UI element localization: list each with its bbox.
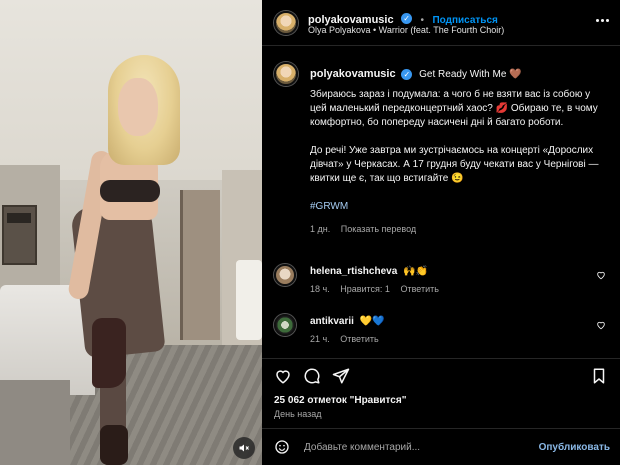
person-boot-second xyxy=(100,425,128,465)
comment-input[interactable]: Добавьте комментарий... xyxy=(304,442,420,453)
mute-icon xyxy=(239,444,249,452)
person-boot xyxy=(92,318,126,388)
caption-avatar[interactable] xyxy=(274,62,298,86)
comment-likes-link[interactable]: Нравится: 1 xyxy=(340,284,390,294)
caption-paragraph: До речі! Уже завтра ми зустрічаємось на … xyxy=(310,145,599,184)
comment-age: 21 ч. xyxy=(310,334,330,344)
publish-button[interactable]: Опубликовать xyxy=(539,442,610,453)
share-icon[interactable] xyxy=(332,367,350,385)
mute-button[interactable] xyxy=(233,437,255,459)
post-date: День назад xyxy=(274,409,322,419)
hashtag-link[interactable]: #GRWM xyxy=(310,200,600,214)
comment-username[interactable]: antikvarii xyxy=(310,316,354,327)
comment-item: antikvarii 💛💙 21 ч. Ответить xyxy=(274,312,614,352)
post-media[interactable] xyxy=(0,0,262,465)
caption-meta: 1 дн. Показать перевод xyxy=(310,222,600,236)
show-translation-link[interactable]: Показать перевод xyxy=(341,224,416,234)
verified-badge-icon: ✓ xyxy=(401,13,413,25)
caption-title-emoji: 🤎 xyxy=(509,69,522,80)
reply-button[interactable]: Ответить xyxy=(400,284,438,294)
heart-icon[interactable] xyxy=(274,367,292,385)
caption-text: Збираюсь зараз і подумала: а чого б не в… xyxy=(310,88,600,236)
caption-paragraph: Збираюсь зараз і подумала: а чого б не в… xyxy=(310,89,598,128)
caption-age: 1 дн. xyxy=(310,224,331,234)
person-face xyxy=(118,78,158,136)
avatar[interactable] xyxy=(274,11,298,35)
more-options-icon[interactable] xyxy=(594,12,610,28)
caption-username[interactable]: polyakovamusic xyxy=(310,68,396,80)
media-lamp xyxy=(236,260,262,340)
bookmark-icon[interactable] xyxy=(590,367,608,385)
media-shelf xyxy=(2,205,37,265)
avatar[interactable] xyxy=(274,264,296,286)
action-bar xyxy=(262,358,620,388)
comment-username[interactable]: helena_rtishcheva xyxy=(310,266,397,277)
likes-count[interactable]: 25 062 отметок "Нравится" xyxy=(274,395,406,406)
verified-badge-icon: ✓ xyxy=(401,68,413,80)
media-bedside xyxy=(0,380,70,465)
media-door xyxy=(180,190,220,340)
audio-track[interactable]: Olya Polyakova • Warrior (feat. The Four… xyxy=(308,25,504,35)
heart-icon[interactable] xyxy=(596,270,606,280)
reply-button[interactable]: Ответить xyxy=(340,334,378,344)
comment-text: 🙌👏 xyxy=(403,266,428,277)
comment-item: helena_rtishcheva 🙌👏 18 ч. Нравится: 1 О… xyxy=(274,262,614,302)
person-top xyxy=(100,180,160,202)
emoji-icon[interactable] xyxy=(274,439,290,455)
comment-age: 18 ч. xyxy=(310,284,330,294)
comment-text: 💛💙 xyxy=(359,316,385,327)
post-details-panel: polyakovamusic ✓ • Подписаться Olya Poly… xyxy=(262,0,620,465)
heart-icon[interactable] xyxy=(596,320,606,330)
comment-icon[interactable] xyxy=(303,367,321,385)
avatar[interactable] xyxy=(274,314,296,336)
comment-composer: Добавьте комментарий... Опубликовать xyxy=(262,428,620,465)
post-header: polyakovamusic ✓ • Подписаться Olya Poly… xyxy=(262,0,620,46)
caption-title: Get Ready With Me xyxy=(419,69,507,80)
